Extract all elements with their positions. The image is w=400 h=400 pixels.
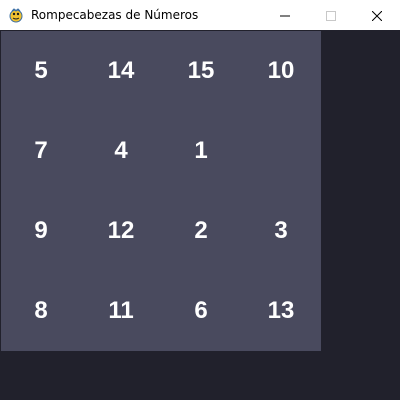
- maximize-button[interactable]: [308, 0, 354, 30]
- tile[interactable]: 12: [81, 191, 161, 271]
- puzzle-board: 5 14 15 10 7 4 1 9 12 2 3 8 11 6 13: [1, 31, 321, 351]
- maximize-icon: [326, 6, 336, 25]
- tile[interactable]: 8: [1, 271, 81, 351]
- pygame-snake-icon: [8, 7, 24, 23]
- tile[interactable]: 1: [161, 111, 241, 191]
- minimize-icon: [280, 6, 290, 25]
- tile[interactable]: 7: [1, 111, 81, 191]
- tile[interactable]: 3: [241, 191, 321, 271]
- tile[interactable]: 15: [161, 31, 241, 111]
- tile[interactable]: 14: [81, 31, 161, 111]
- tile[interactable]: 5: [1, 31, 81, 111]
- close-icon: [371, 6, 383, 25]
- tile[interactable]: 9: [1, 191, 81, 271]
- close-button[interactable]: [354, 0, 400, 30]
- tile[interactable]: 6: [161, 271, 241, 351]
- minimize-button[interactable]: [262, 0, 308, 30]
- tile[interactable]: 13: [241, 271, 321, 351]
- tile[interactable]: 10: [241, 31, 321, 111]
- tile[interactable]: 4: [81, 111, 161, 191]
- window-title: Rompecabezas de Números: [31, 8, 199, 22]
- app-window: Rompecabezas de Números 5 14 15 10 7 4 1…: [0, 0, 400, 400]
- game-canvas: 5 14 15 10 7 4 1 9 12 2 3 8 11 6 13: [0, 30, 400, 400]
- tile[interactable]: 11: [81, 271, 161, 351]
- empty-slot[interactable]: [241, 111, 321, 191]
- tile[interactable]: 2: [161, 191, 241, 271]
- title-bar[interactable]: Rompecabezas de Números: [0, 0, 400, 30]
